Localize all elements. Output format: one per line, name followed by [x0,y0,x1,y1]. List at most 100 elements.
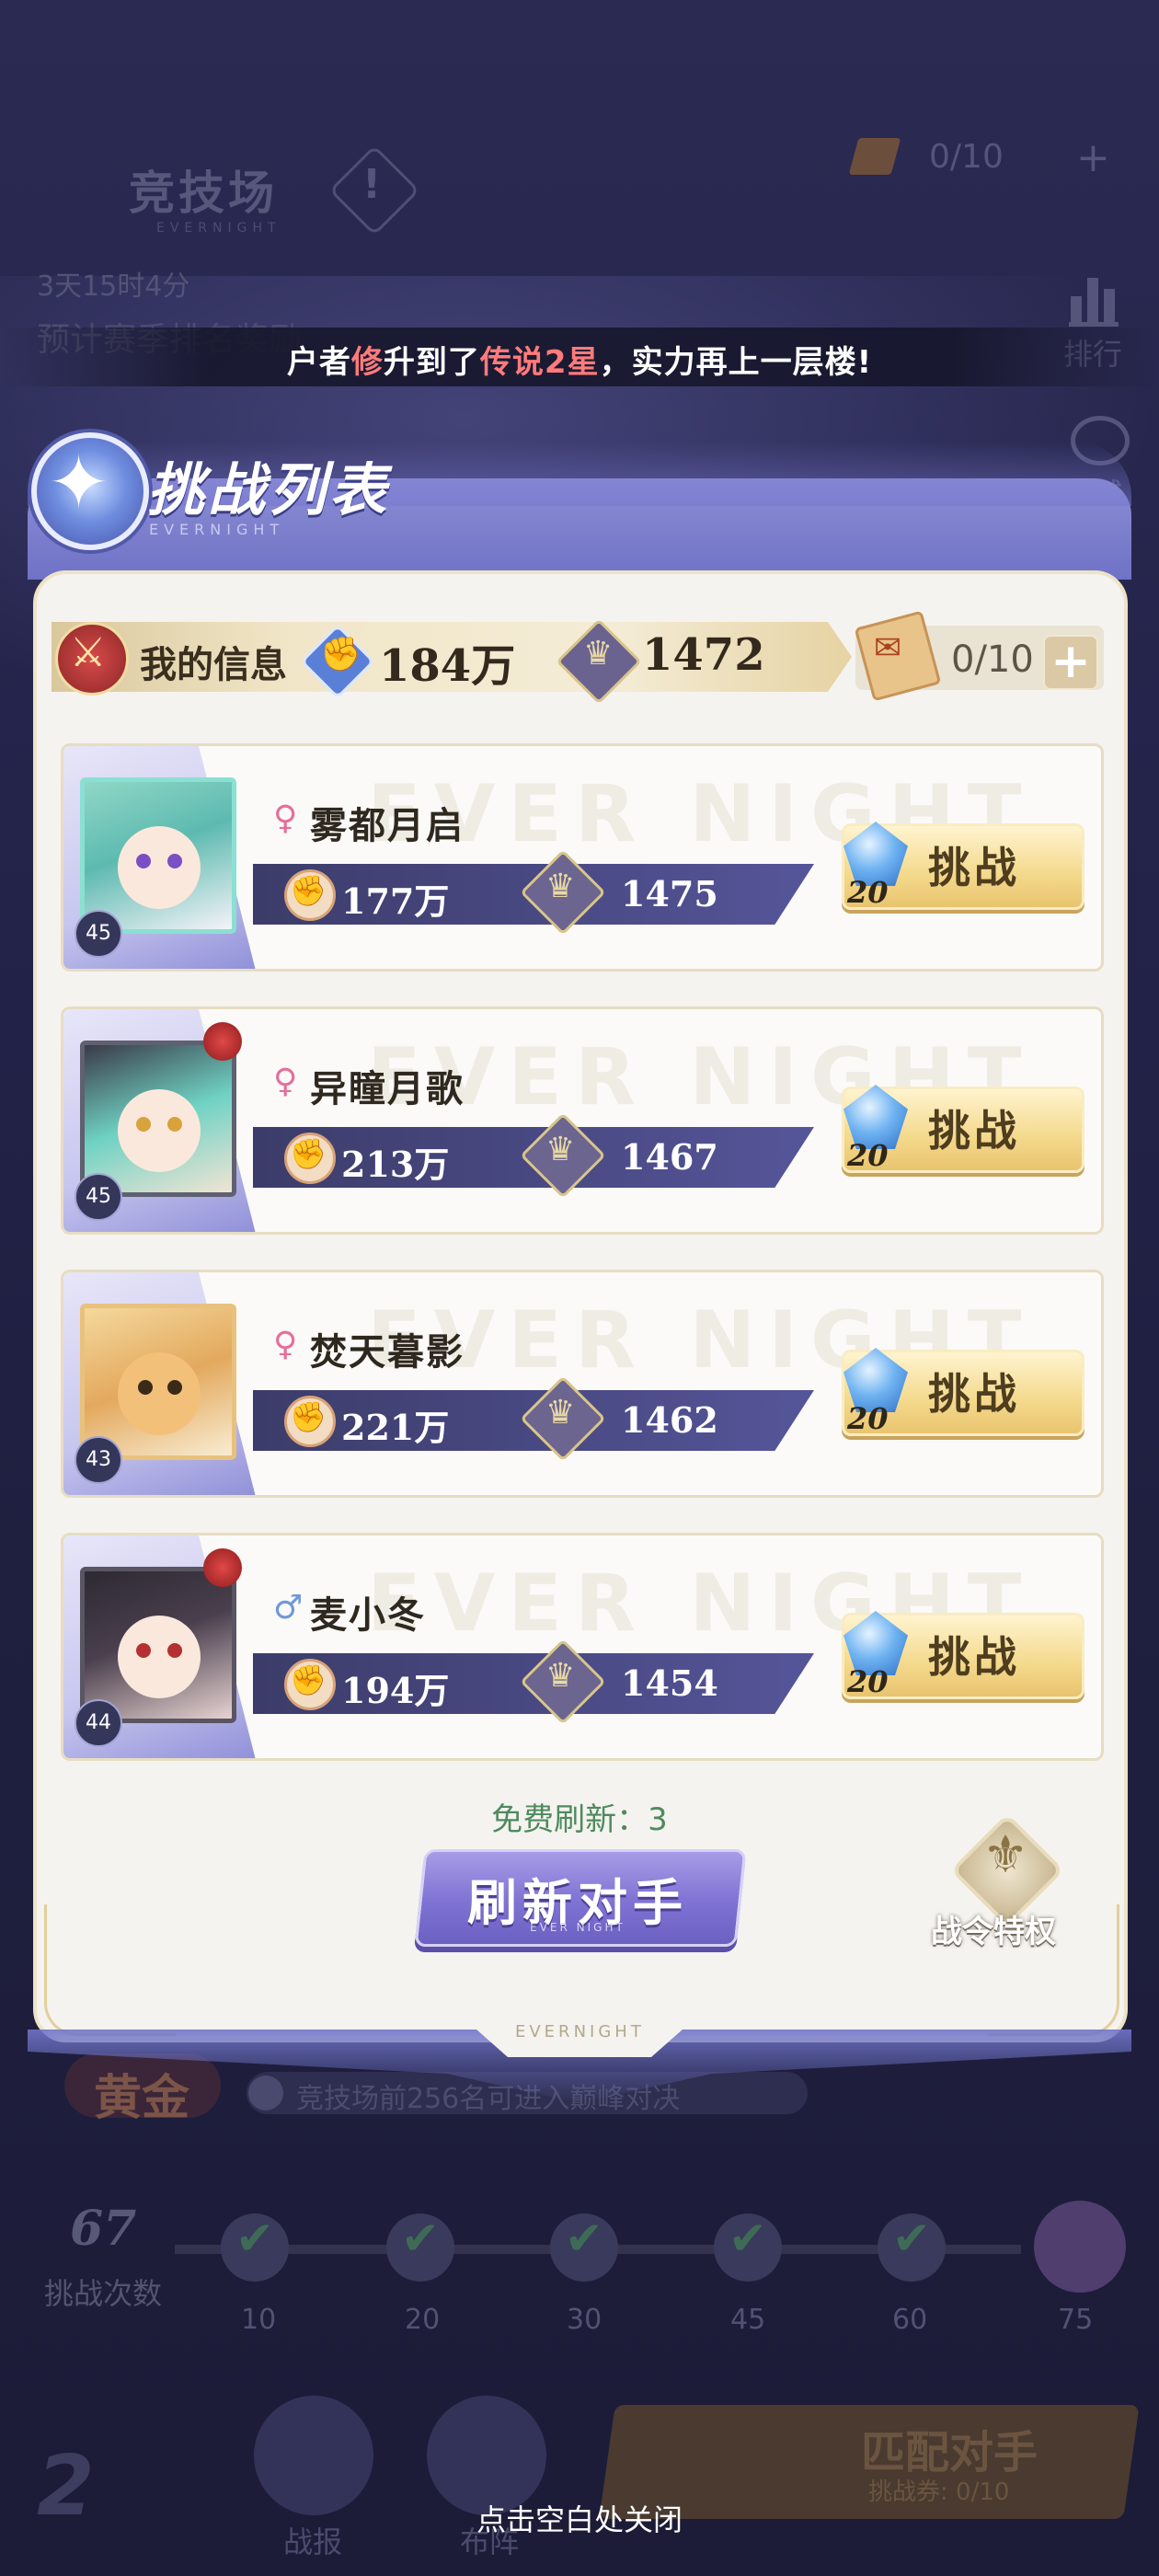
trophy-glyph: ♛ [545,1394,576,1432]
announcement-banner: 户者修升到了传说2星，实力再上一层楼! [0,328,1159,386]
rose-icon [203,1022,242,1061]
avatar-face [118,826,201,909]
challenge-label: 挑战 [928,1106,1020,1156]
milestone-label: 75 [1058,2304,1094,2336]
trophy-glyph: ♛ [545,1657,576,1695]
season-timer: 3天15时4分 [37,270,190,303]
avatar-eye [136,1117,151,1132]
fist-glyph: ✊ [320,636,361,673]
tier-label: 黄金 [94,2070,190,2126]
announcement-prefix: 户者 [286,344,351,381]
avatar-eye [138,1380,153,1395]
avatar-eye [167,1643,182,1658]
opponent-card: EVER NIGHT 43 ♀ 焚天暮影 ✊ 221万 ♛ 1462 20 挑战 [61,1270,1104,1498]
challenge-cost: 20 [847,1664,889,1699]
rose-icon [203,1548,242,1587]
swords-glyph: ⚔ [70,629,107,676]
milestone-label: 20 [405,2304,441,2336]
challenge-cost: 20 [847,875,889,910]
milestone-label: 10 [241,2304,277,2336]
opponent-score: 1462 [621,1399,718,1441]
opponent-name: 雾都月启 [310,804,465,847]
fist-glyph: ✊ [290,873,327,908]
ranking-icon [1069,267,1119,327]
opponent-card: EVER NIGHT 45 ♀ 异瞳月歌 ✊ 213万 ♛ 1467 20 挑战 [61,1006,1104,1235]
opponent-card: EVER NIGHT 44 ♂ 麦小冬 ✊ 194万 ♛ 1454 20 挑战 [61,1533,1104,1761]
check-icon: ✔ [565,2212,603,2265]
challenge-label: 挑战 [928,843,1020,892]
battle-pass-label: 战令特权 [931,1914,1056,1950]
avatar-eye [136,1643,151,1658]
announcement-player: 修 [350,344,384,381]
announcement-middle: 升到了 [383,344,480,381]
arena-subtitle: EVERNIGHT [156,221,281,236]
match-opponent-label: 匹配对手 [861,2427,1039,2478]
avatar-face [118,1089,201,1172]
challenge-label: 挑战 [928,1632,1020,1682]
check-icon: ✔ [729,2212,767,2265]
avatar-eye [167,1380,182,1395]
announcement-rank: 传说2星 [479,344,600,381]
star-icon: ✦ [48,440,110,525]
trophy-glyph: ♛ [545,868,576,905]
final-reward-icon [1034,2201,1126,2293]
battle-pass-icon: ⚜ [982,1825,1029,1885]
ticket-counter: 0/10 [929,138,1004,176]
opponent-name: 麦小冬 [310,1593,426,1637]
male-icon: ♂ [273,1589,304,1627]
fist-glyph: ✊ [290,1662,327,1697]
opponent-score: 1467 [621,1136,718,1178]
avatar-eye [136,854,151,868]
milestone-label: 30 [567,2304,602,2336]
announcement-text: 户者修升到了传说2星，实力再上一层楼! [0,337,1159,382]
panel-title-sub: EVERNIGHT [149,521,285,538]
exclamation-icon: ! [362,161,382,208]
challenge-cost: 20 [847,1401,889,1436]
my-power-value: 184万 [379,640,516,692]
avatar-face [118,1616,201,1698]
challenge-cost: 20 [847,1138,889,1173]
check-icon: ✔ [892,2212,931,2265]
challenge-count-value: 67 [70,2201,137,2257]
announcement-suffix: ，实力再上一层楼! [599,344,873,381]
avatar-face [118,1352,201,1435]
avatar-eye [167,1117,182,1132]
female-icon: ♀ [273,1063,298,1100]
opponent-card: EVER NIGHT 45 ♀ 雾都月启 ✊ 177万 ♛ 1475 20 挑战 [61,743,1104,972]
milestone-label: 45 [730,2304,766,2336]
trophy-glyph: ♛ [545,1131,576,1168]
close-hint[interactable]: 点击空白处关闭 [0,2497,1159,2539]
check-icon: ✔ [235,2212,274,2265]
panel-title: 挑战列表 [147,456,391,523]
level-badge: 44 [75,1699,122,1747]
opponent-score: 1475 [621,873,718,914]
level-badge: 45 [75,1173,122,1221]
my-info-label: 我的信息 [140,643,287,686]
avatar-eye [167,854,182,868]
level-badge: 45 [75,910,122,958]
female-icon: ♀ [273,799,298,837]
ticket-glyph: ✉ [874,629,902,667]
panel-brand: EVERNIGHT [515,2022,645,2041]
opponent-power: 194万 [341,1670,450,1711]
challenge-label: 挑战 [928,1369,1020,1419]
ticket-count: 0/10 [951,638,1034,681]
opponent-power: 177万 [341,880,450,922]
female-icon: ♀ [273,1326,298,1363]
add-ticket-button[interactable]: + [1043,635,1098,690]
opponent-score: 1454 [621,1662,718,1704]
info-icon [248,2076,283,2110]
opponent-power: 221万 [341,1407,450,1448]
opponent-name: 焚天暮影 [310,1330,465,1374]
opponent-name: 异瞳月歌 [310,1067,465,1110]
level-badge: 43 [75,1436,122,1484]
challenge-count-label: 挑战次数 [44,2276,163,2311]
trophy-glyph: ♛ [583,635,614,673]
arena-title: 竞技场 [129,166,278,220]
opponent-power: 213万 [341,1144,450,1185]
my-score-value: 1472 [642,629,765,681]
refresh-opponents-sub: EVER NIGHT [530,1921,625,1934]
ticket-icon [848,138,901,175]
panel-ornament [44,1904,176,2036]
fist-glyph: ✊ [290,1399,327,1434]
